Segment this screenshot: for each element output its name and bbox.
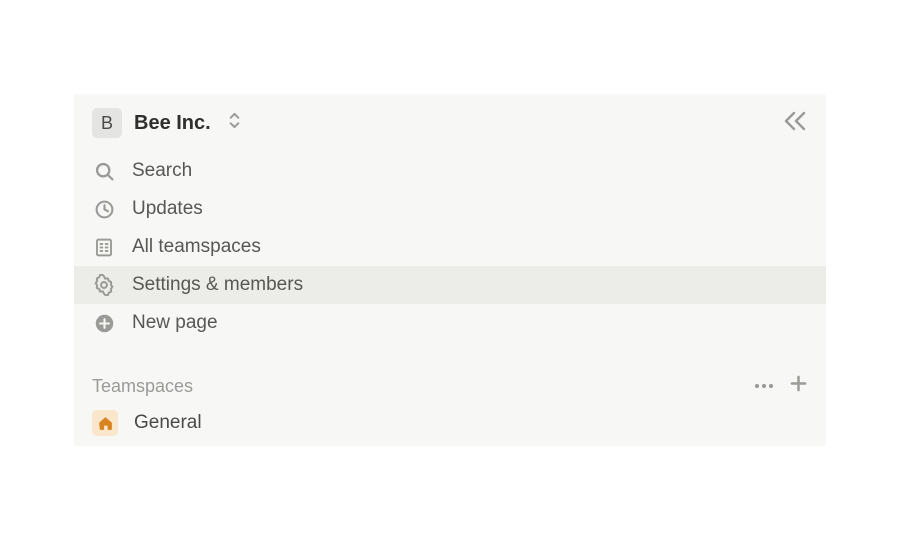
more-icon[interactable] — [753, 377, 775, 395]
nav-settings-members[interactable]: Settings & members — [74, 266, 826, 304]
nav-label: New page — [132, 312, 218, 334]
teamspaces-section-title[interactable]: Teamspaces — [92, 376, 193, 397]
nav-search[interactable]: Search — [74, 152, 826, 190]
chevron-up-down-icon — [227, 112, 242, 134]
workspace-switcher-row: B Bee Inc. — [74, 102, 826, 152]
nav-new-page[interactable]: New page — [74, 304, 826, 342]
nav-label: All teamspaces — [132, 236, 261, 258]
workspace-switcher[interactable]: B Bee Inc. — [92, 108, 242, 138]
nav-label: Search — [132, 160, 192, 182]
gear-icon — [92, 273, 116, 297]
workspace-name: Bee Inc. — [134, 112, 211, 135]
search-icon — [92, 159, 116, 183]
add-teamspace-button[interactable] — [789, 374, 808, 398]
teamspace-item-general[interactable]: General — [74, 404, 826, 446]
clock-icon — [92, 197, 116, 221]
nav-updates[interactable]: Updates — [74, 190, 826, 228]
plus-circle-icon — [92, 311, 116, 335]
nav-label: Updates — [132, 198, 203, 220]
teamspaces-section-header: Teamspaces — [74, 368, 826, 404]
workspace-initial-icon: B — [92, 108, 122, 138]
collapse-sidebar-button[interactable] — [782, 109, 808, 138]
home-icon — [92, 410, 118, 436]
nav-label: Settings & members — [132, 274, 303, 296]
sidebar: B Bee Inc. Search — [74, 94, 826, 446]
teamspace-label: General — [134, 412, 202, 434]
building-icon — [92, 235, 116, 259]
nav-all-teamspaces[interactable]: All teamspaces — [74, 228, 826, 266]
